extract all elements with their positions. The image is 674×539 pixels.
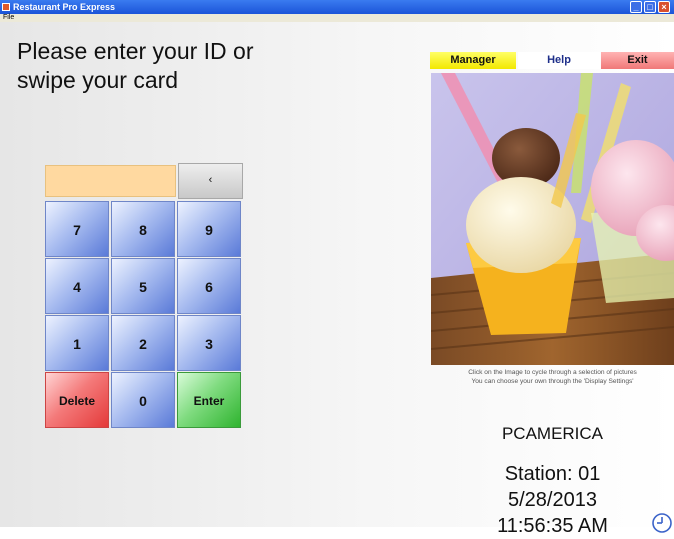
key-3[interactable]: 3 xyxy=(177,315,241,371)
backspace-button[interactable]: ‹ xyxy=(178,163,243,199)
current-date: 5/28/2013 xyxy=(508,489,597,511)
enter-button[interactable]: Enter xyxy=(177,372,241,428)
window-title: Restaurant Pro Express xyxy=(13,2,116,12)
login-prompt: Please enter your ID or swipe your card xyxy=(17,37,397,95)
picture-caption: Click on the Image to cycle through a se… xyxy=(431,368,674,386)
key-7[interactable]: 7 xyxy=(45,201,109,257)
caption-line-1: Click on the Image to cycle through a se… xyxy=(468,369,637,376)
menu-bar: File xyxy=(0,14,674,22)
delete-button[interactable]: Delete xyxy=(45,372,109,428)
close-icon: × xyxy=(661,2,667,12)
prompt-line-1: Please enter your ID or xyxy=(17,38,254,64)
app-icon xyxy=(2,3,10,11)
caption-line-2: You can choose your own through the 'Dis… xyxy=(471,378,634,385)
key-4[interactable]: 4 xyxy=(45,258,109,314)
key-2[interactable]: 2 xyxy=(111,315,175,371)
key-0[interactable]: 0 xyxy=(111,372,175,428)
exit-button[interactable]: Exit xyxy=(601,52,674,69)
key-1[interactable]: 1 xyxy=(45,315,109,371)
maximize-button[interactable]: □ xyxy=(644,1,656,13)
station-label: Station: 01 xyxy=(504,463,601,485)
key-6[interactable]: 6 xyxy=(177,258,241,314)
brand-name: PCAMERICA xyxy=(501,424,604,443)
prompt-line-2: swipe your card xyxy=(17,67,179,93)
help-button[interactable]: Help xyxy=(518,52,600,69)
backspace-icon: ‹ xyxy=(208,174,213,186)
maximize-icon: □ xyxy=(647,2,653,12)
key-9[interactable]: 9 xyxy=(177,201,241,257)
manager-button[interactable]: Manager xyxy=(430,52,516,69)
menu-file[interactable]: File xyxy=(3,14,14,22)
login-screen: Please enter your ID or swipe your card … xyxy=(0,22,674,537)
close-button[interactable]: × xyxy=(658,1,670,13)
key-5[interactable]: 5 xyxy=(111,258,175,314)
minimize-icon: _ xyxy=(633,2,639,12)
title-bar: Restaurant Pro Express _ □ × xyxy=(0,0,674,14)
key-8[interactable]: 8 xyxy=(111,201,175,257)
clock-icon[interactable] xyxy=(651,512,673,534)
minimize-button[interactable]: _ xyxy=(630,1,642,13)
ice-cream-picture[interactable] xyxy=(431,73,674,365)
id-input[interactable] xyxy=(45,165,176,197)
